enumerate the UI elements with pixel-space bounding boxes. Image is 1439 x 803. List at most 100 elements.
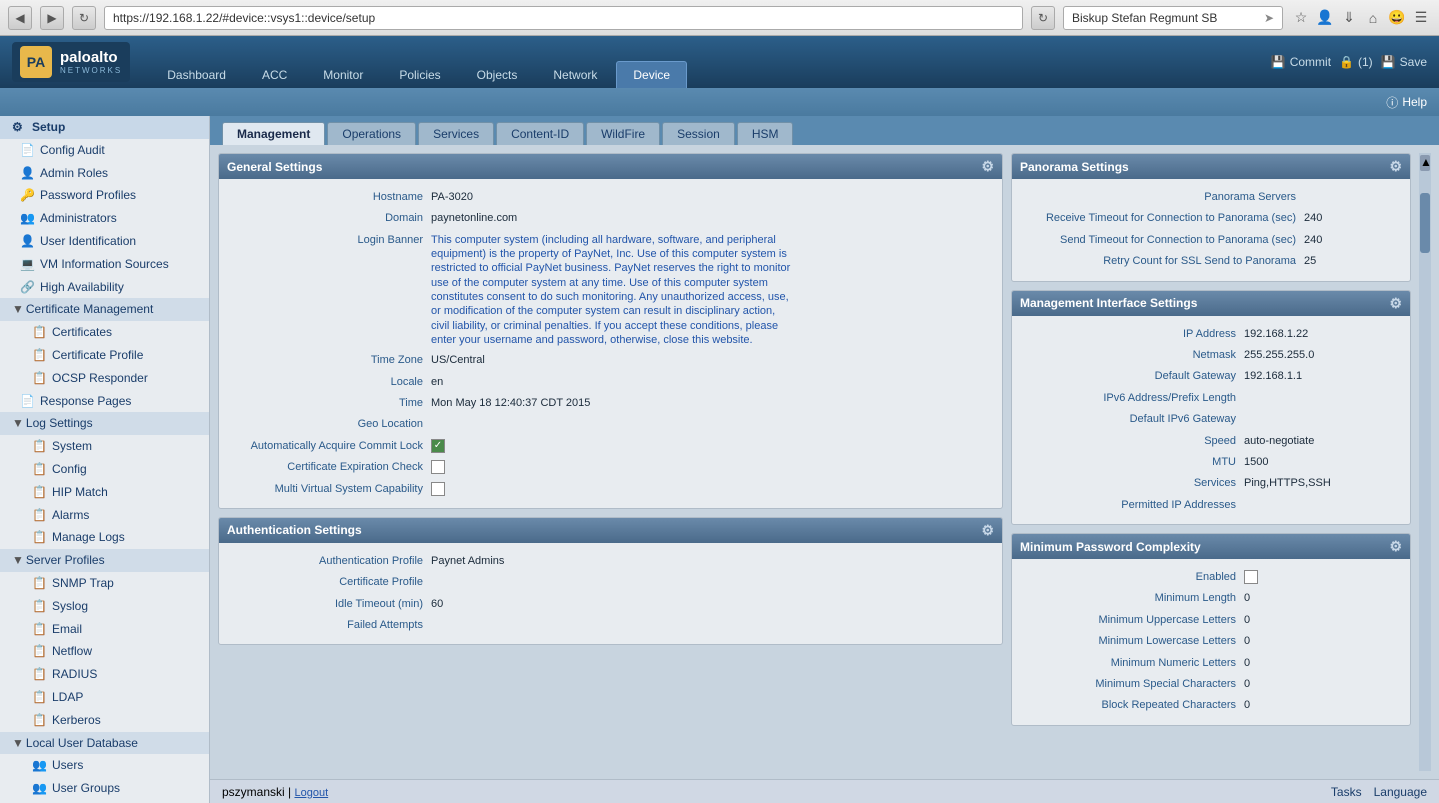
general-settings-gear[interactable]: ⚙ xyxy=(981,158,994,175)
enabled-checkbox[interactable] xyxy=(1244,570,1258,584)
retry-count-value: 25 xyxy=(1304,254,1398,269)
commit-button[interactable]: 💾 Commit xyxy=(1271,55,1331,69)
sidebar-item-radius[interactable]: 📋 RADIUS xyxy=(0,663,209,686)
reload-button[interactable]: ↻ xyxy=(1031,6,1055,30)
tab-objects[interactable]: Objects xyxy=(460,61,535,88)
mgmt-interface-gear[interactable]: ⚙ xyxy=(1389,295,1402,312)
logout-link[interactable]: Logout xyxy=(294,787,328,799)
sidebar-item-log-settings[interactable]: ▼ Log Settings xyxy=(0,412,209,435)
tasks-link[interactable]: Tasks xyxy=(1331,785,1362,799)
sidebar-item-cert-mgmt[interactable]: ▼ Certificate Management xyxy=(0,298,209,321)
panorama-servers-row: Panorama Servers xyxy=(1024,187,1398,208)
url-text: https://192.168.1.22/#device::vsys1::dev… xyxy=(113,11,375,25)
min-length-row: Minimum Length 0 xyxy=(1024,588,1398,609)
sidebar-label-vm-info: VM Information Sources xyxy=(40,256,169,273)
sidebar-item-certificates[interactable]: 📋 Certificates xyxy=(0,321,209,344)
radius-icon: 📋 xyxy=(32,666,48,683)
profile-icon[interactable]: 👤 xyxy=(1315,8,1335,28)
tab-wildfire[interactable]: WildFire xyxy=(586,122,660,145)
sidebar-item-response-pages[interactable]: 📄 Response Pages xyxy=(0,390,209,413)
tab-acc[interactable]: ACC xyxy=(245,61,304,88)
lock-button[interactable]: 🔒 (1) xyxy=(1339,55,1373,69)
sidebar-item-admin-roles[interactable]: 👤 Admin Roles xyxy=(0,162,209,185)
sidebar-item-config[interactable]: 📋 Config xyxy=(0,458,209,481)
menu-icon[interactable]: ☰ xyxy=(1411,8,1431,28)
sidebar-item-user-identification[interactable]: 👤 User Identification xyxy=(0,230,209,253)
sidebar-item-vm-info-sources[interactable]: 💻 VM Information Sources xyxy=(0,253,209,276)
sidebar-item-alarms[interactable]: 📋 Alarms xyxy=(0,504,209,527)
local-user-db-expand-icon: ▼ xyxy=(12,735,24,752)
services-label: Services xyxy=(1024,476,1244,491)
tab-policies[interactable]: Policies xyxy=(382,61,457,88)
sidebar-item-cert-profile[interactable]: 📋 Certificate Profile xyxy=(0,344,209,367)
email-icon: 📋 xyxy=(32,621,48,638)
general-settings-panel: General Settings ⚙ Hostname PA-3020 Doma… xyxy=(218,153,1003,509)
certificates-icon: 📋 xyxy=(32,324,48,341)
cert-exp-checkbox[interactable] xyxy=(431,460,445,474)
locale-row: Locale en xyxy=(231,372,990,393)
sidebar-item-setup[interactable]: ⚙ Setup xyxy=(0,116,209,139)
receive-timeout-value: 240 xyxy=(1304,211,1398,226)
tab-session[interactable]: Session xyxy=(662,122,735,145)
tab-dashboard[interactable]: Dashboard xyxy=(150,61,243,88)
tab-network[interactable]: Network xyxy=(536,61,614,88)
sidebar-item-config-audit[interactable]: 📄 Config Audit xyxy=(0,139,209,162)
sidebar-label-kerberos: Kerberos xyxy=(52,712,101,729)
refresh-button[interactable]: ↻ xyxy=(72,6,96,30)
save-button[interactable]: 💾 Save xyxy=(1381,55,1427,69)
scroll-up-arrow[interactable]: ▲ xyxy=(1420,155,1430,171)
auth-settings-panel: Authentication Settings ⚙ Authentication… xyxy=(218,517,1003,646)
sidebar-item-user-groups[interactable]: 👥 User Groups xyxy=(0,777,209,800)
tab-monitor[interactable]: Monitor xyxy=(306,61,380,88)
home-icon[interactable]: ⌂ xyxy=(1363,8,1383,28)
sidebar-label-email: Email xyxy=(52,621,82,638)
tab-content-id[interactable]: Content-ID xyxy=(496,122,584,145)
scroll-thumb[interactable] xyxy=(1420,193,1430,253)
tab-operations[interactable]: Operations xyxy=(327,122,416,145)
min-password-gear[interactable]: ⚙ xyxy=(1389,538,1402,555)
panorama-settings-title: Panorama Settings xyxy=(1020,160,1129,174)
panorama-settings-gear[interactable]: ⚙ xyxy=(1389,158,1402,175)
tab-hsm[interactable]: HSM xyxy=(737,122,794,145)
auth-settings-gear[interactable]: ⚙ xyxy=(981,522,994,539)
sidebar-item-high-availability[interactable]: 🔗 High Availability xyxy=(0,276,209,299)
domain-label: Domain xyxy=(231,211,431,226)
star-icon[interactable]: ☆ xyxy=(1291,8,1311,28)
sidebar-item-kerberos[interactable]: 📋 Kerberos xyxy=(0,709,209,732)
tab-services[interactable]: Services xyxy=(418,122,494,145)
sidebar-item-ldap[interactable]: 📋 LDAP xyxy=(0,686,209,709)
right-scrollbar[interactable]: ▲ xyxy=(1419,153,1431,771)
cert-profile-icon: 📋 xyxy=(32,347,48,364)
sidebar-item-syslog[interactable]: 📋 Syslog xyxy=(0,595,209,618)
sidebar-item-local-user-db[interactable]: ▼ Local User Database xyxy=(0,732,209,755)
sidebar-item-users[interactable]: 👥 Users xyxy=(0,754,209,777)
sidebar-item-ocsp[interactable]: 📋 OCSP Responder xyxy=(0,367,209,390)
sidebar-label-password-profiles: Password Profiles xyxy=(40,187,136,204)
sidebar-label-alarms: Alarms xyxy=(52,507,89,524)
sidebar-item-hip-match[interactable]: 📋 HIP Match xyxy=(0,481,209,504)
logo-text: paloalto NETWORKS xyxy=(60,49,122,75)
emoji-icon[interactable]: 😀 xyxy=(1387,8,1407,28)
download-icon[interactable]: ⇓ xyxy=(1339,8,1359,28)
sidebar-item-system[interactable]: 📋 System xyxy=(0,435,209,458)
sidebar-item-email[interactable]: 📋 Email xyxy=(0,618,209,641)
tab-management[interactable]: Management xyxy=(222,122,325,145)
back-button[interactable]: ◀ xyxy=(8,6,32,30)
forward-button[interactable]: ▶ xyxy=(40,6,64,30)
url-bar[interactable]: https://192.168.1.22/#device::vsys1::dev… xyxy=(104,6,1023,30)
min-password-body: Enabled Minimum Length 0 Minimum Upperca… xyxy=(1012,559,1410,725)
search-bar[interactable]: Biskup Stefan Regmunt SB ➤ xyxy=(1063,6,1283,30)
language-link[interactable]: Language xyxy=(1374,785,1427,799)
min-numeric-value: 0 xyxy=(1244,656,1398,671)
auto-commit-checkbox[interactable]: ✓ xyxy=(431,439,445,453)
multi-vsys-checkbox[interactable] xyxy=(431,482,445,496)
sidebar-item-password-profiles[interactable]: 🔑 Password Profiles xyxy=(0,184,209,207)
sidebar-item-administrators[interactable]: 👥 Administrators xyxy=(0,207,209,230)
commit-icon: 💾 xyxy=(1271,55,1286,69)
sidebar-item-netflow[interactable]: 📋 Netflow xyxy=(0,640,209,663)
tab-device[interactable]: Device xyxy=(616,61,687,88)
help-button[interactable]: ⓘ Help xyxy=(1386,94,1427,111)
sidebar-item-snmp-trap[interactable]: 📋 SNMP Trap xyxy=(0,572,209,595)
sidebar-item-manage-logs[interactable]: 📋 Manage Logs xyxy=(0,526,209,549)
sidebar-item-server-profiles[interactable]: ▼ Server Profiles xyxy=(0,549,209,572)
